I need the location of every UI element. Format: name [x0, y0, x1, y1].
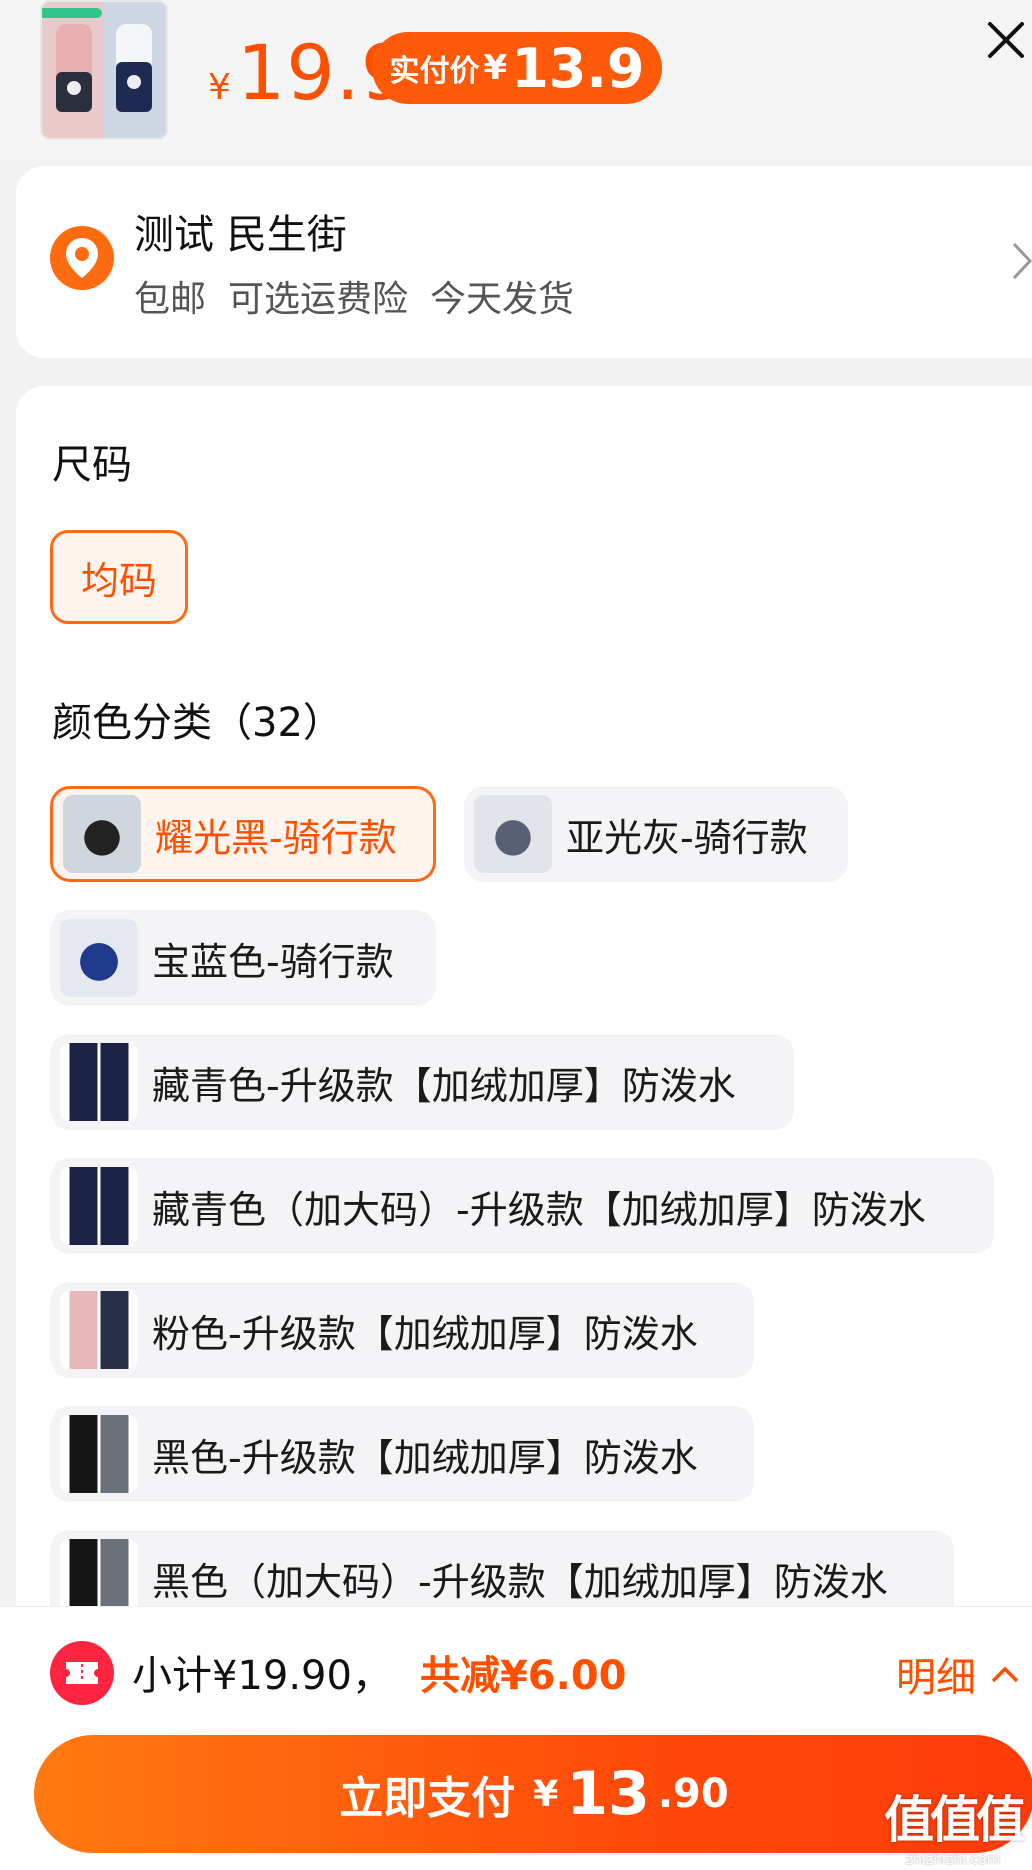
real-price-label: 实付价	[389, 54, 480, 89]
real-price-value: 13.9	[511, 36, 645, 100]
subtotal-text: 小计¥19.90，	[132, 1653, 392, 1699]
close-icon[interactable]	[986, 20, 1026, 60]
color-option-label: 耀光黑-骑行款	[155, 815, 397, 860]
price-detail-label: 明细	[896, 1655, 976, 1701]
color-option[interactable]: 藏青色（加大码）-升级款【加绒加厚】防泼水	[50, 1158, 994, 1254]
glove-navy-thumb-icon	[60, 1167, 138, 1245]
glove-pink-thumb-icon	[60, 1291, 138, 1369]
size-section-title: 尺码	[52, 442, 132, 488]
color-option-label: 藏青色（加大码）-升级款【加绒加厚】防泼水	[152, 1187, 926, 1232]
sku-header: ¥ 19.9 实付价 ¥ 13.9	[0, 0, 1032, 160]
address-title: 测试 民生街	[134, 212, 347, 258]
chevron-up-icon	[991, 1666, 1019, 1683]
color-option-label: 藏青色-升级款【加绒加厚】防泼水	[152, 1063, 736, 1108]
subtotal-summary: 小计¥19.90， 共减¥6.00	[132, 1643, 627, 1701]
location-pin-icon	[50, 226, 114, 290]
shipping-tag-free: 包邮	[134, 279, 207, 320]
pay-now-label: 立即支付	[339, 1773, 516, 1824]
color-option[interactable]: 亚光灰-骑行款	[464, 786, 848, 882]
pay-price-integer: 13	[566, 1759, 650, 1829]
real-price-badge: 实付价 ¥ 13.9	[372, 32, 662, 104]
color-option-label: 宝蓝色-骑行款	[152, 939, 394, 984]
color-section-title: 颜色分类（32）	[52, 700, 343, 746]
price-detail-button[interactable]: 明细	[896, 1645, 1020, 1703]
color-option-label: 粉色-升级款【加绒加厚】防泼水	[152, 1311, 698, 1356]
pay-price-symbol: ¥	[533, 1773, 559, 1815]
glove-black-thumb-icon	[63, 795, 141, 873]
color-option-label: 亚光灰-骑行款	[566, 815, 808, 860]
color-option-label: 黑色-升级款【加绒加厚】防泼水	[152, 1435, 698, 1480]
glove-grey-thumb-icon	[474, 795, 552, 873]
color-option[interactable]: 耀光黑-骑行款	[50, 786, 436, 882]
color-option-label: 黑色（加大码）-升级款【加绒加厚】防泼水	[152, 1559, 888, 1604]
pay-price-decimal: .90	[657, 1771, 729, 1817]
glove-navy-thumb-icon	[60, 1043, 138, 1121]
glove-black-thumb-icon	[60, 1415, 138, 1493]
color-option[interactable]: 宝蓝色-骑行款	[50, 910, 436, 1006]
shipping-tag-today: 今天发货	[430, 279, 575, 320]
sku-options-card: 尺码 均码 颜色分类（32） 耀光黑-骑行款 亚光灰-骑行款 宝蓝色-骑行款 藏…	[16, 386, 1032, 1666]
color-option[interactable]: 藏青色-升级款【加绒加厚】防泼水	[50, 1034, 794, 1130]
watermark-domain: zhizhizhi.com	[905, 1852, 1001, 1868]
price-symbol: ¥	[208, 67, 231, 108]
product-thumbnail[interactable]	[40, 0, 168, 140]
gloves-image	[56, 24, 152, 112]
discount-text: 共减¥6.00	[419, 1653, 627, 1699]
watermark-logo: 值值值	[884, 1791, 1026, 1849]
real-price-symbol: ¥	[483, 48, 508, 88]
color-option[interactable]: 粉色-升级款【加绒加厚】防泼水	[50, 1282, 754, 1378]
coupon-icon	[50, 1641, 114, 1705]
site-watermark: 值值值 zhizhizhi.com	[878, 1780, 1028, 1868]
shipping-tags: 包邮 可选运费险 今天发货	[134, 270, 574, 322]
chevron-right-icon	[1008, 236, 1032, 286]
glove-blue-thumb-icon	[60, 919, 138, 997]
shipping-tag-insurance: 可选运费险	[228, 279, 409, 320]
size-option-one-size[interactable]: 均码	[50, 530, 188, 624]
address-card[interactable]: 测试 民生街 包邮 可选运费险 今天发货	[16, 166, 1032, 358]
color-option[interactable]: 黑色-升级款【加绒加厚】防泼水	[50, 1406, 754, 1502]
